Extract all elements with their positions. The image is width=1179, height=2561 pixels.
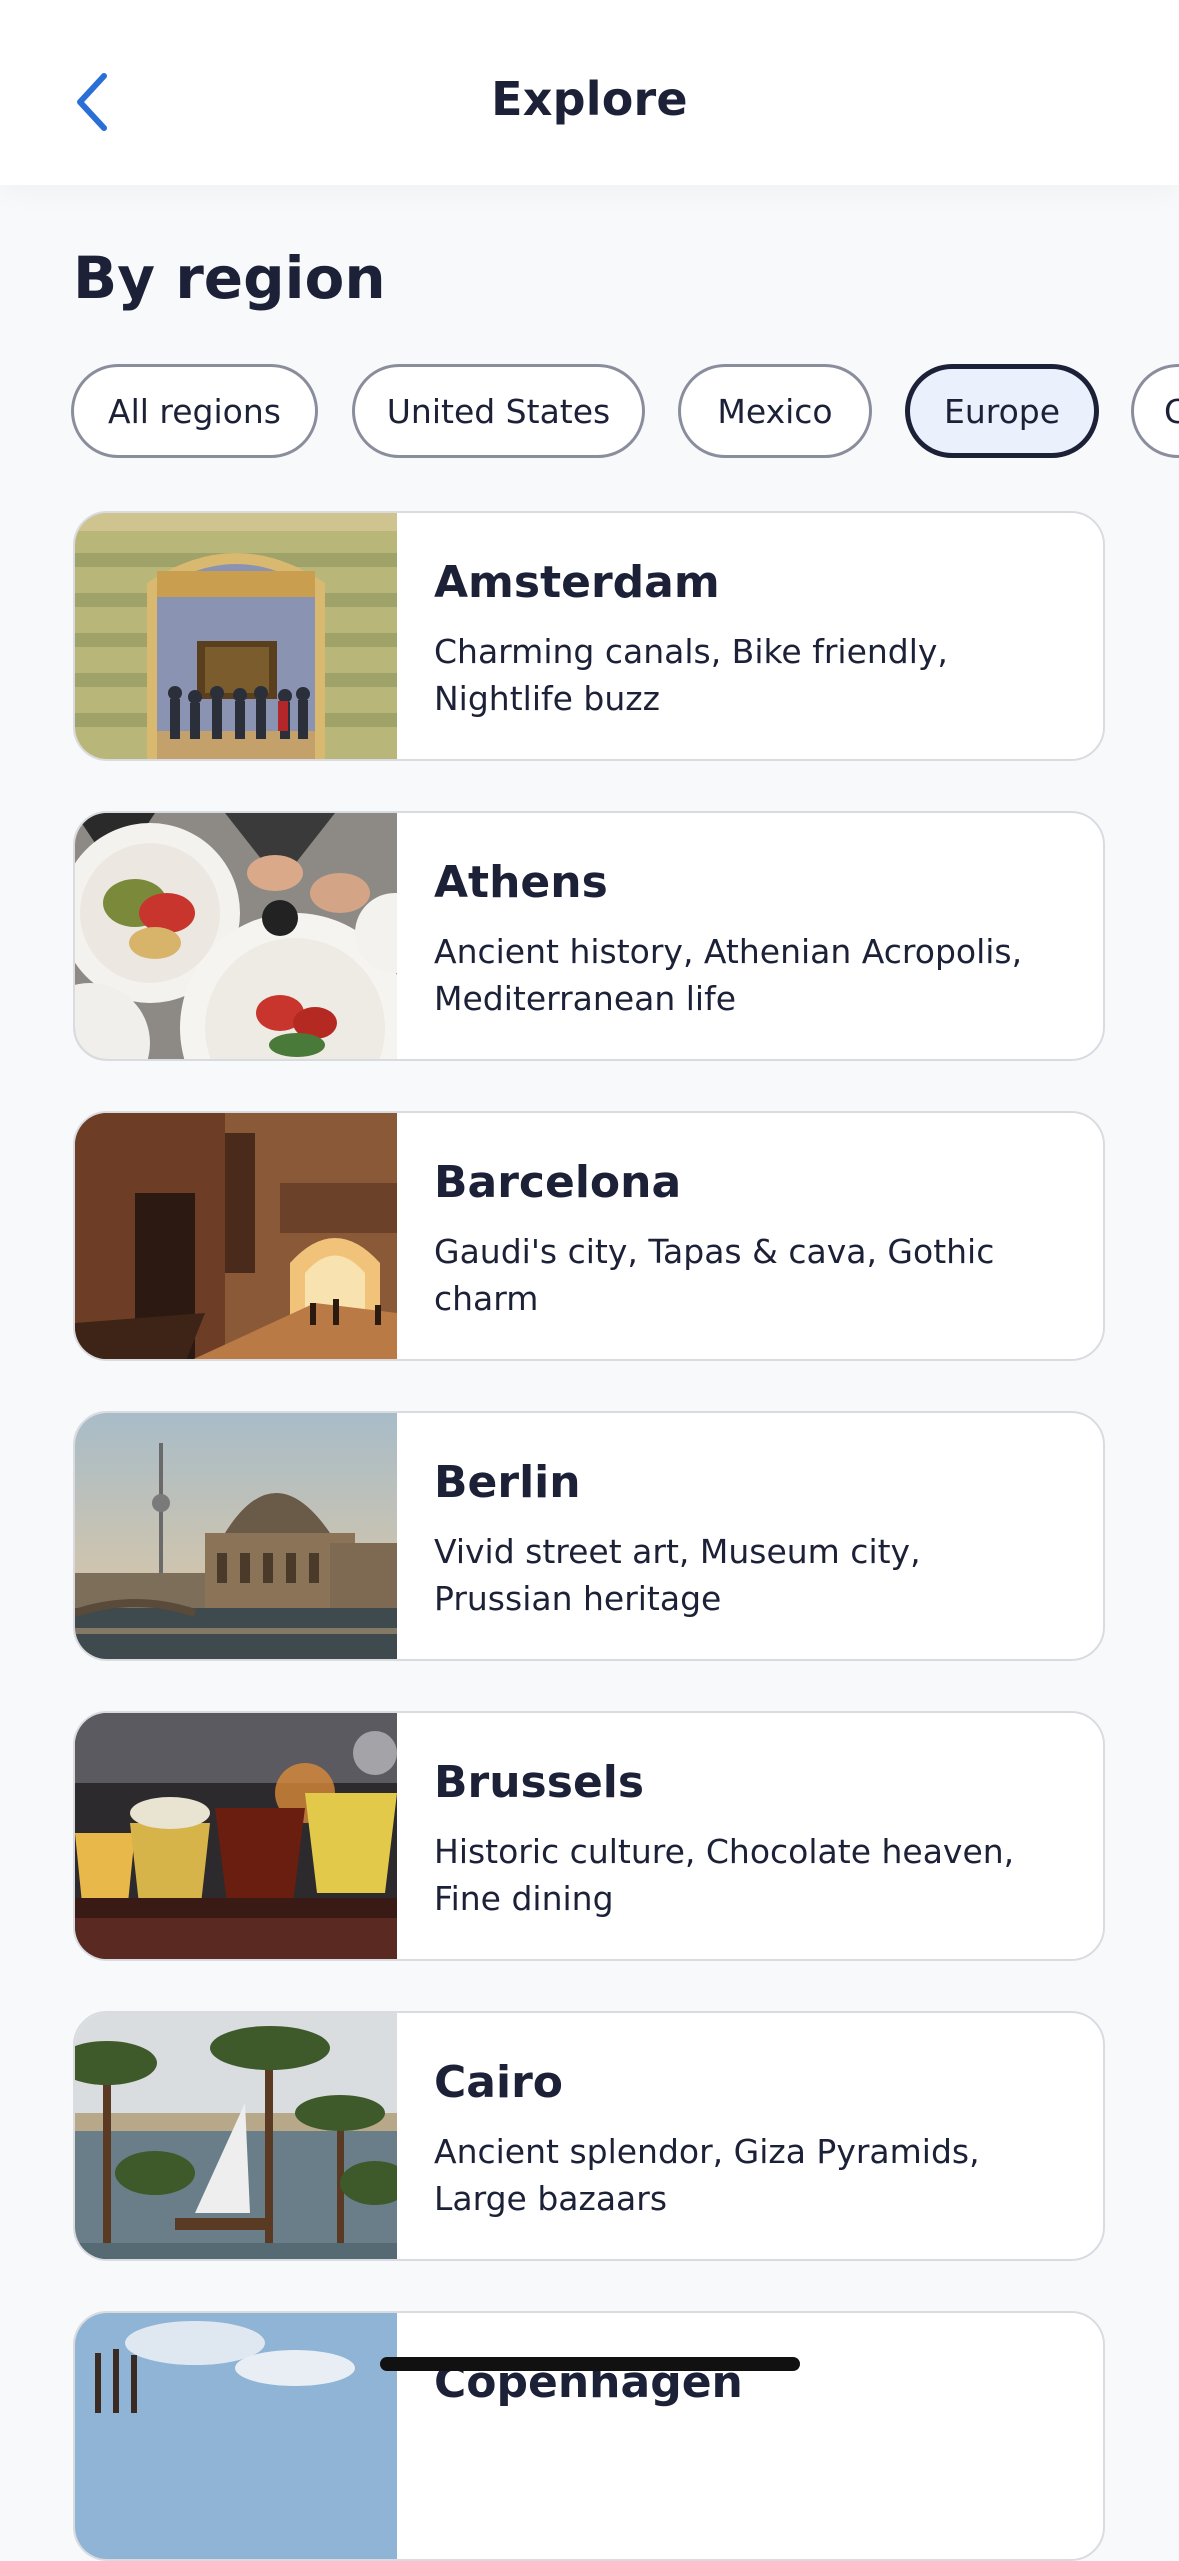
- page-title: Explore: [491, 72, 688, 126]
- destination-name: Brussels: [434, 1757, 645, 1808]
- section-title: By region: [73, 244, 386, 312]
- copenhagen-thumbnail: [75, 2313, 397, 2559]
- chip-united-states[interactable]: United States: [352, 364, 645, 458]
- athens-thumbnail: [75, 813, 397, 1059]
- barcelona-thumbnail: [75, 1113, 397, 1359]
- chip-europe[interactable]: Europe: [905, 364, 1099, 458]
- destination-card-brussels[interactable]: Brussels Historic culture, Chocolate hea…: [73, 1711, 1105, 1961]
- chip-mexico[interactable]: Mexico: [678, 364, 872, 458]
- destination-card-amsterdam[interactable]: Amsterdam Charming canals, Bike friendly…: [73, 511, 1105, 761]
- destination-description: Historic culture, Chocolate heaven, Fine…: [434, 1832, 1015, 1918]
- destination-name: Barcelona: [434, 1157, 682, 1208]
- destination-name: Athens: [434, 857, 608, 908]
- destination-card-athens[interactable]: Athens Ancient history, Athenian Acropol…: [73, 811, 1105, 1061]
- destination-card-barcelona[interactable]: Barcelona Gaudi's city, Tapas & cava, Go…: [73, 1111, 1105, 1361]
- destination-description: Gaudi's city, Tapas & cava, Gothic charm: [434, 1232, 995, 1318]
- chip-partial[interactable]: C: [1131, 364, 1179, 458]
- region-filter-chips: All regions United States Mexico Europe …: [0, 364, 1179, 464]
- destination-card-copenhagen[interactable]: Copenhagen: [73, 2311, 1105, 2561]
- amsterdam-thumbnail: [75, 513, 397, 759]
- top-nav-bar: Explore: [0, 0, 1179, 185]
- home-indicator[interactable]: [380, 2357, 800, 2371]
- destination-description: Vivid street art, Museum city, Prussian …: [434, 1532, 921, 1618]
- destination-description: Ancient history, Athenian Acropolis, Med…: [434, 932, 1023, 1018]
- berlin-thumbnail: [75, 1413, 397, 1659]
- destination-card-cairo[interactable]: Cairo Ancient splendor, Giza Pyramids, L…: [73, 2011, 1105, 2261]
- destination-name: Amsterdam: [434, 557, 720, 608]
- destination-name: Cairo: [434, 2057, 563, 2108]
- brussels-thumbnail: [75, 1713, 397, 1959]
- destination-name: Berlin: [434, 1457, 581, 1508]
- chip-all-regions[interactable]: All regions: [71, 364, 318, 458]
- destination-description: Charming canals, Bike friendly, Nightlif…: [434, 632, 948, 718]
- destination-card-berlin[interactable]: Berlin Vivid street art, Museum city, Pr…: [73, 1411, 1105, 1661]
- cairo-thumbnail: [75, 2013, 397, 2259]
- destination-description: Ancient splendor, Giza Pyramids, Large b…: [434, 2132, 980, 2218]
